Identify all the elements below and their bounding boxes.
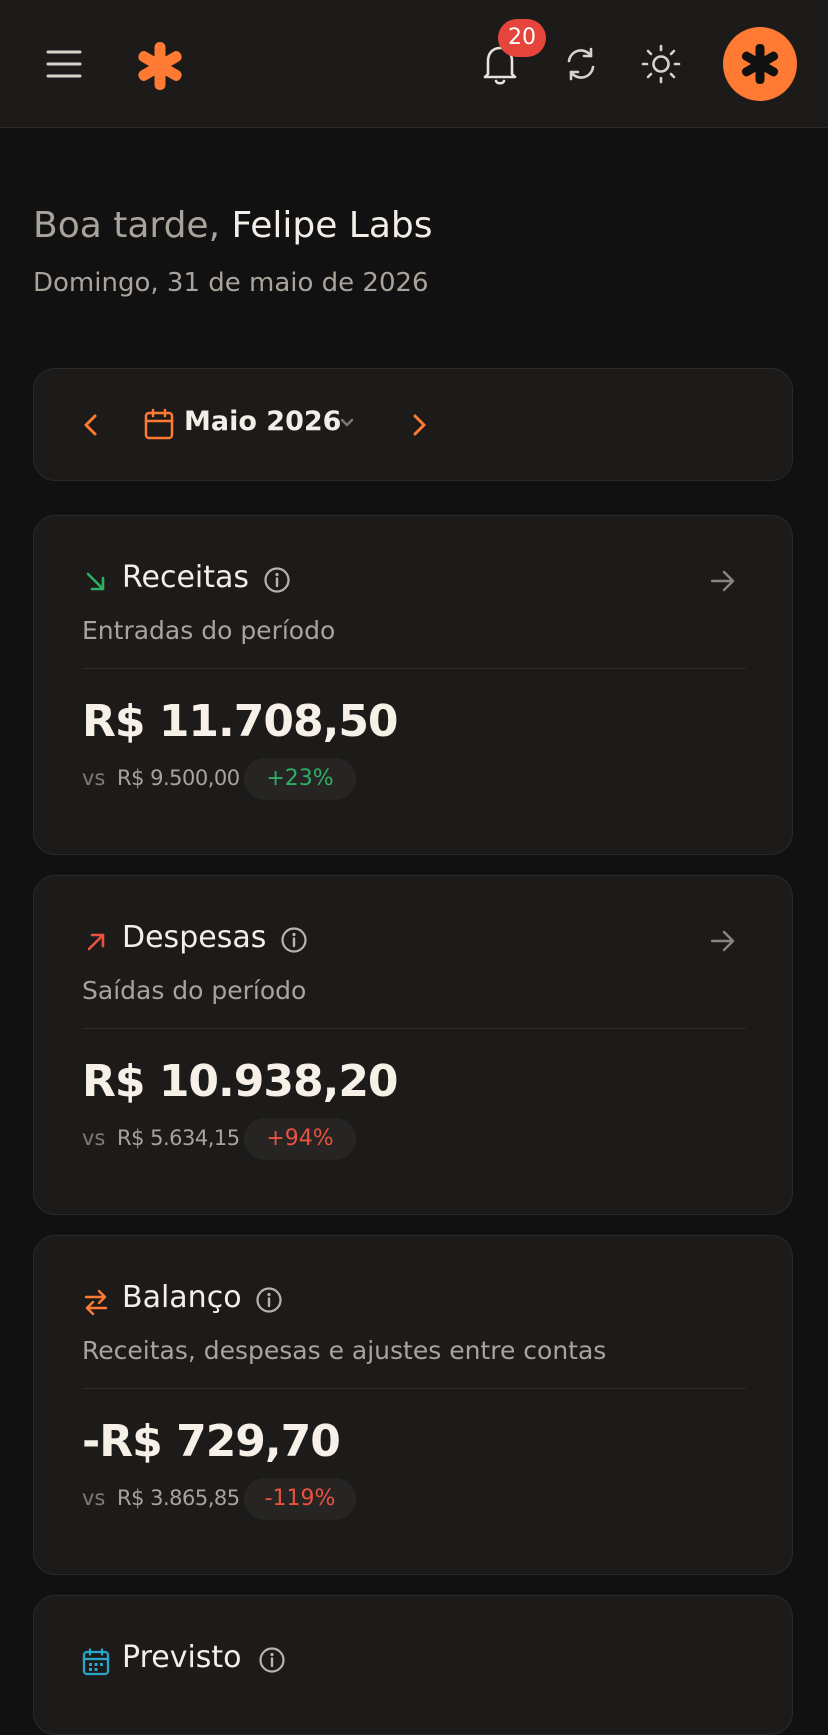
info-icon[interactable] — [263, 566, 291, 594]
expenses-previous-value: R$ 5.634,15 — [117, 1126, 240, 1150]
top-bar: 20 — [0, 0, 828, 128]
income-card[interactable]: Receitas Entradas do período R$ 11.708,5… — [33, 515, 793, 855]
divider — [82, 668, 746, 669]
user-avatar[interactable] — [723, 27, 797, 101]
expenses-title: Despesas — [122, 920, 267, 955]
balance-previous-value: R$ 3.865,85 — [117, 1486, 240, 1510]
calendar-icon — [144, 408, 174, 440]
greeting-heading: Boa tarde, Felipe Labs — [33, 205, 433, 246]
expenses-amount: R$ 10.938,20 — [82, 1056, 399, 1107]
hamburger-icon[interactable] — [44, 44, 84, 84]
chevron-down-icon[interactable] — [339, 417, 355, 429]
vs-label: vs — [82, 1126, 106, 1150]
arrow-down-right-icon — [86, 572, 105, 591]
arrow-up-right-icon — [87, 933, 105, 951]
vs-label: vs — [82, 1486, 106, 1510]
balance-card: Balanço Receitas, despesas e ajustes ent… — [33, 1235, 793, 1575]
info-icon[interactable] — [258, 1646, 286, 1674]
greeting-salutation: Boa tarde, — [33, 205, 221, 246]
expenses-subtitle: Saídas do período — [82, 976, 307, 1005]
income-amount: R$ 11.708,50 — [82, 696, 399, 747]
expenses-card[interactable]: Despesas Saídas do período R$ 10.938,20 … — [33, 875, 793, 1215]
sync-icon[interactable] — [560, 43, 602, 85]
asterisk-avatar-icon — [741, 44, 779, 84]
chevron-right-icon[interactable] — [406, 409, 432, 441]
swap-arrows-icon — [84, 1289, 108, 1316]
balance-change-badge: -119% — [244, 1478, 356, 1520]
income-subtitle: Entradas do período — [82, 616, 336, 645]
income-change-badge: +23% — [244, 758, 356, 800]
arrow-right-icon[interactable] — [708, 568, 738, 594]
balance-title: Balanço — [122, 1280, 242, 1315]
divider — [82, 1028, 746, 1029]
greeting-user-name: Felipe Labs — [231, 205, 433, 246]
info-icon[interactable] — [255, 1286, 283, 1314]
arrow-right-icon[interactable] — [708, 928, 738, 954]
chevron-left-icon[interactable] — [78, 409, 104, 441]
calendar-grid-icon — [82, 1648, 110, 1676]
income-previous-value: R$ 9.500,00 — [117, 766, 240, 790]
info-icon[interactable] — [280, 926, 308, 954]
income-title: Receitas — [122, 560, 250, 595]
period-label[interactable]: Maio 2026 — [184, 406, 341, 437]
forecast-card: Previsto — [33, 1595, 793, 1735]
notification-badge[interactable]: 20 — [498, 19, 546, 57]
vs-label: vs — [82, 766, 106, 790]
divider — [82, 1388, 746, 1389]
forecast-title: Previsto — [122, 1640, 242, 1675]
period-selector: Maio 2026 — [33, 368, 793, 481]
balance-subtitle: Receitas, despesas e ajustes entre conta… — [82, 1336, 607, 1365]
expenses-change-badge: +94% — [244, 1118, 356, 1160]
sun-icon[interactable] — [640, 43, 682, 85]
asterisk-logo[interactable] — [132, 38, 188, 94]
current-date: Domingo, 31 de maio de 2026 — [33, 268, 429, 298]
balance-amount: -R$ 729,70 — [82, 1416, 341, 1467]
